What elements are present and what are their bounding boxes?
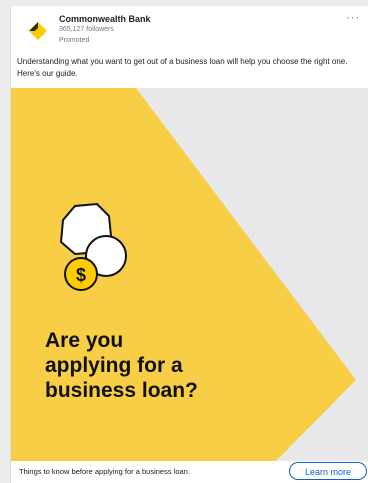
more-options-icon[interactable]: ···	[346, 12, 360, 24]
headline-line-1: Are you	[45, 329, 124, 352]
company-name[interactable]: Commonwealth Bank	[59, 14, 151, 24]
headline-line-3: business loan?	[45, 379, 198, 402]
ad-creative[interactable]: $ Are you applying for a business loan?	[11, 88, 368, 461]
ad-caption[interactable]: Things to know before applying for a bus…	[19, 467, 190, 476]
promoted-label: Promoted	[59, 37, 90, 44]
yellow-triangle-shape	[11, 88, 356, 461]
ad-headline: Are you applying for a business loan?	[45, 328, 265, 403]
ad-artwork: $	[11, 88, 356, 461]
post-header: Commonwealth Bank 365,127 followers Prom…	[11, 6, 368, 54]
headline-line-2: applying for a	[45, 354, 183, 377]
ad-footer: Things to know before applying for a bus…	[11, 461, 368, 483]
sponsored-post-card: Commonwealth Bank 365,127 followers Prom…	[10, 6, 368, 483]
dollar-symbol: $	[76, 265, 86, 285]
commonwealth-bank-logo[interactable]	[27, 20, 49, 42]
learn-more-button[interactable]: Learn more	[289, 462, 367, 480]
post-description: Understanding what you want to get out o…	[17, 57, 348, 78]
follower-count: 365,127 followers	[59, 26, 114, 33]
